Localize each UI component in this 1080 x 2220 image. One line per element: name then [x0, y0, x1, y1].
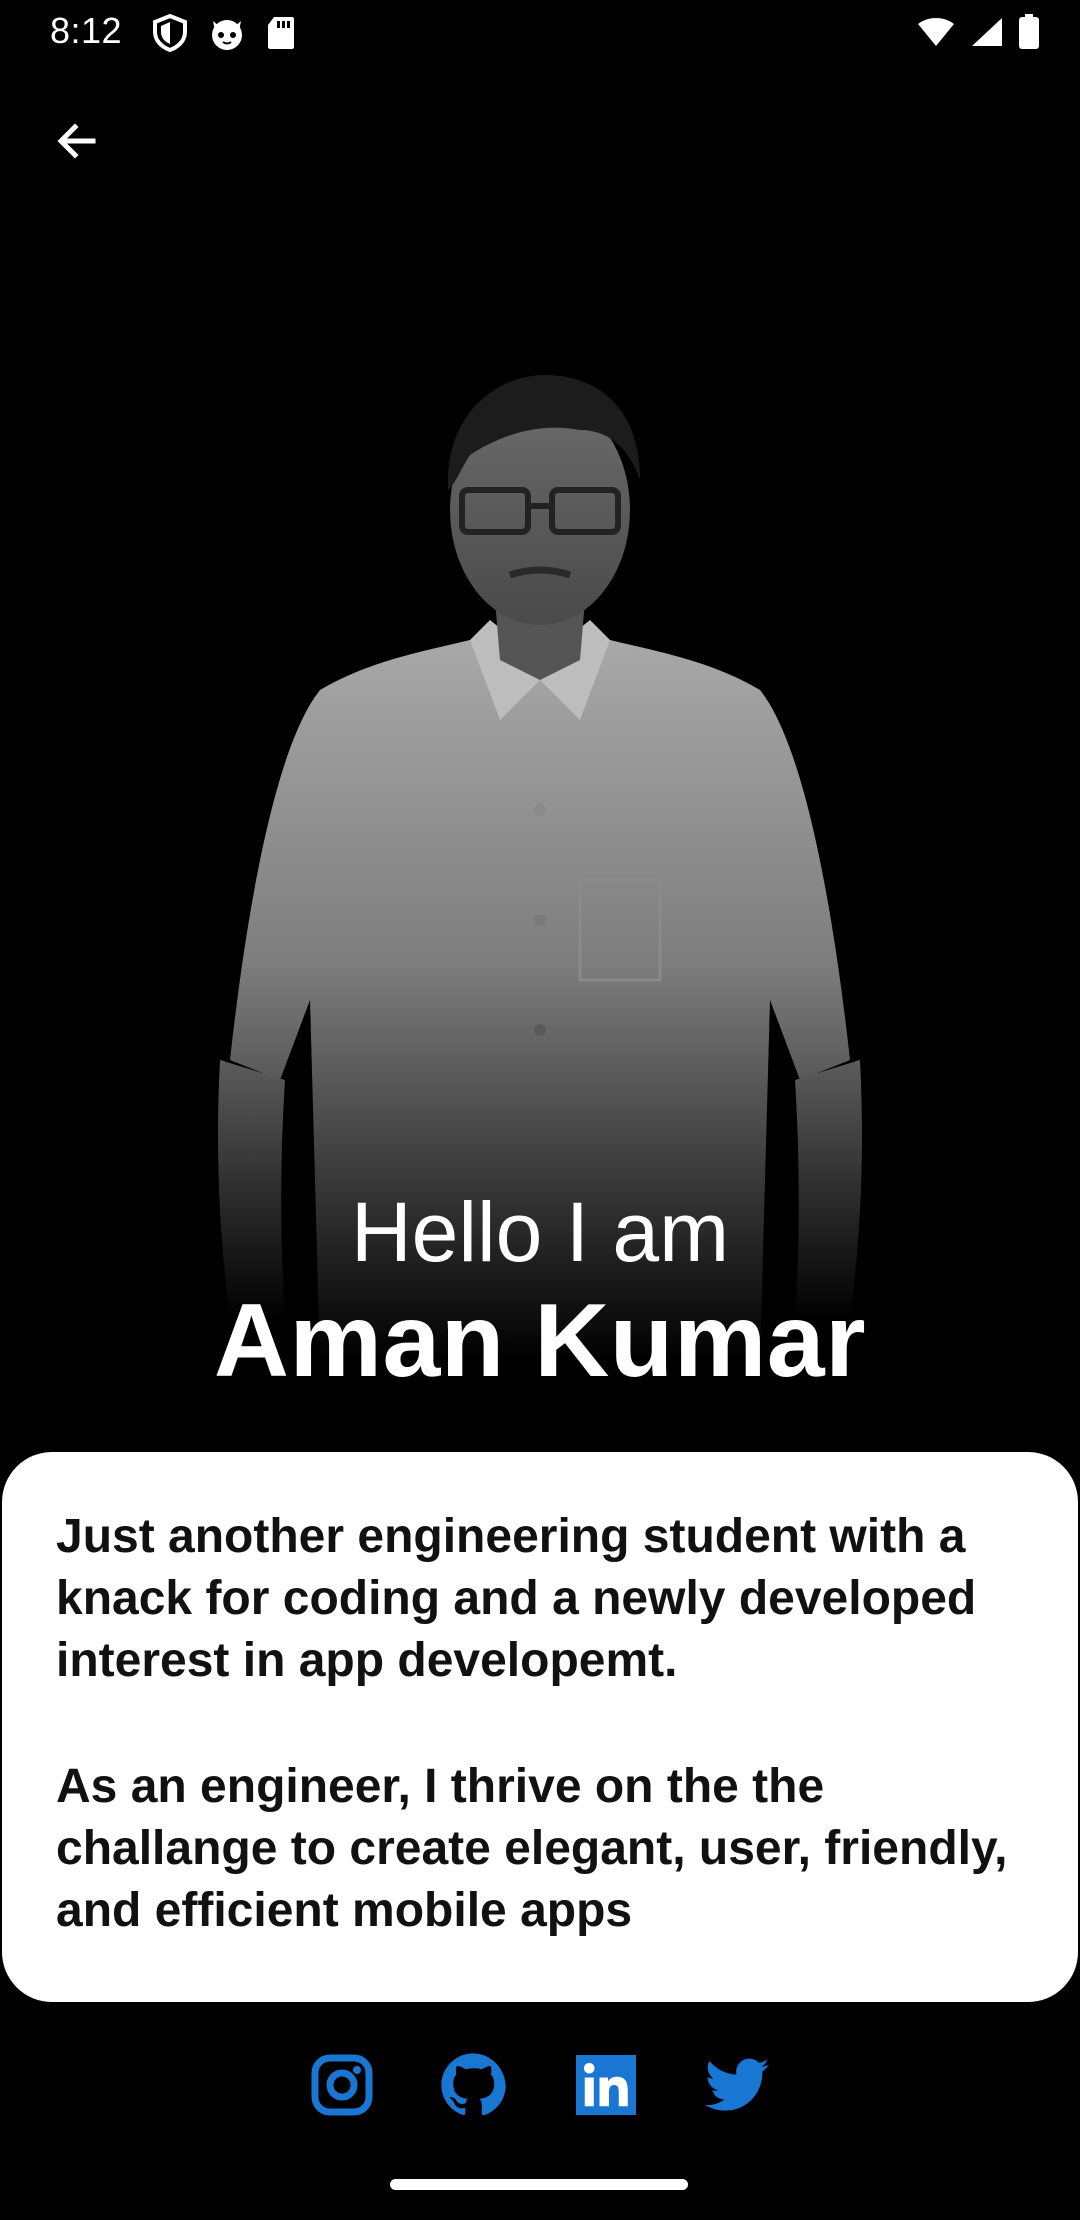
- bio-paragraph-2: As an engineer, I thrive on the the chal…: [56, 1760, 1008, 1937]
- sd-card-icon: [266, 15, 296, 51]
- home-indicator[interactable]: [390, 2179, 688, 2190]
- battery-icon: [1018, 14, 1040, 50]
- twitter-icon: [705, 2057, 769, 2118]
- cat-icon: [208, 15, 246, 51]
- github-icon: [440, 2052, 506, 2123]
- status-left-icons: [152, 14, 296, 52]
- linkedin-icon: [576, 2054, 636, 2120]
- instagram-icon: [311, 2054, 373, 2121]
- status-right-icons: [916, 14, 1040, 50]
- linkedin-link[interactable]: [571, 2052, 641, 2122]
- shield-icon: [152, 14, 188, 52]
- status-bar: 8:12: [0, 0, 1080, 66]
- twitter-link[interactable]: [702, 2052, 772, 2122]
- wifi-icon: [916, 16, 956, 48]
- arrow-left-icon: [53, 117, 101, 170]
- profile-name: Aman Kumar: [213, 1283, 867, 1399]
- greeting-text: Hello I am: [350, 1185, 730, 1279]
- back-button[interactable]: [40, 106, 114, 180]
- bio-card: Just another engineering student with a …: [2, 1452, 1078, 2002]
- social-links: [0, 2052, 1080, 2124]
- instagram-link[interactable]: [307, 2052, 377, 2122]
- github-link[interactable]: [438, 2052, 508, 2122]
- bio-paragraph-1: Just another engineering student with a …: [56, 1510, 977, 1687]
- signal-icon: [970, 16, 1004, 48]
- status-time: 8:12: [50, 10, 123, 51]
